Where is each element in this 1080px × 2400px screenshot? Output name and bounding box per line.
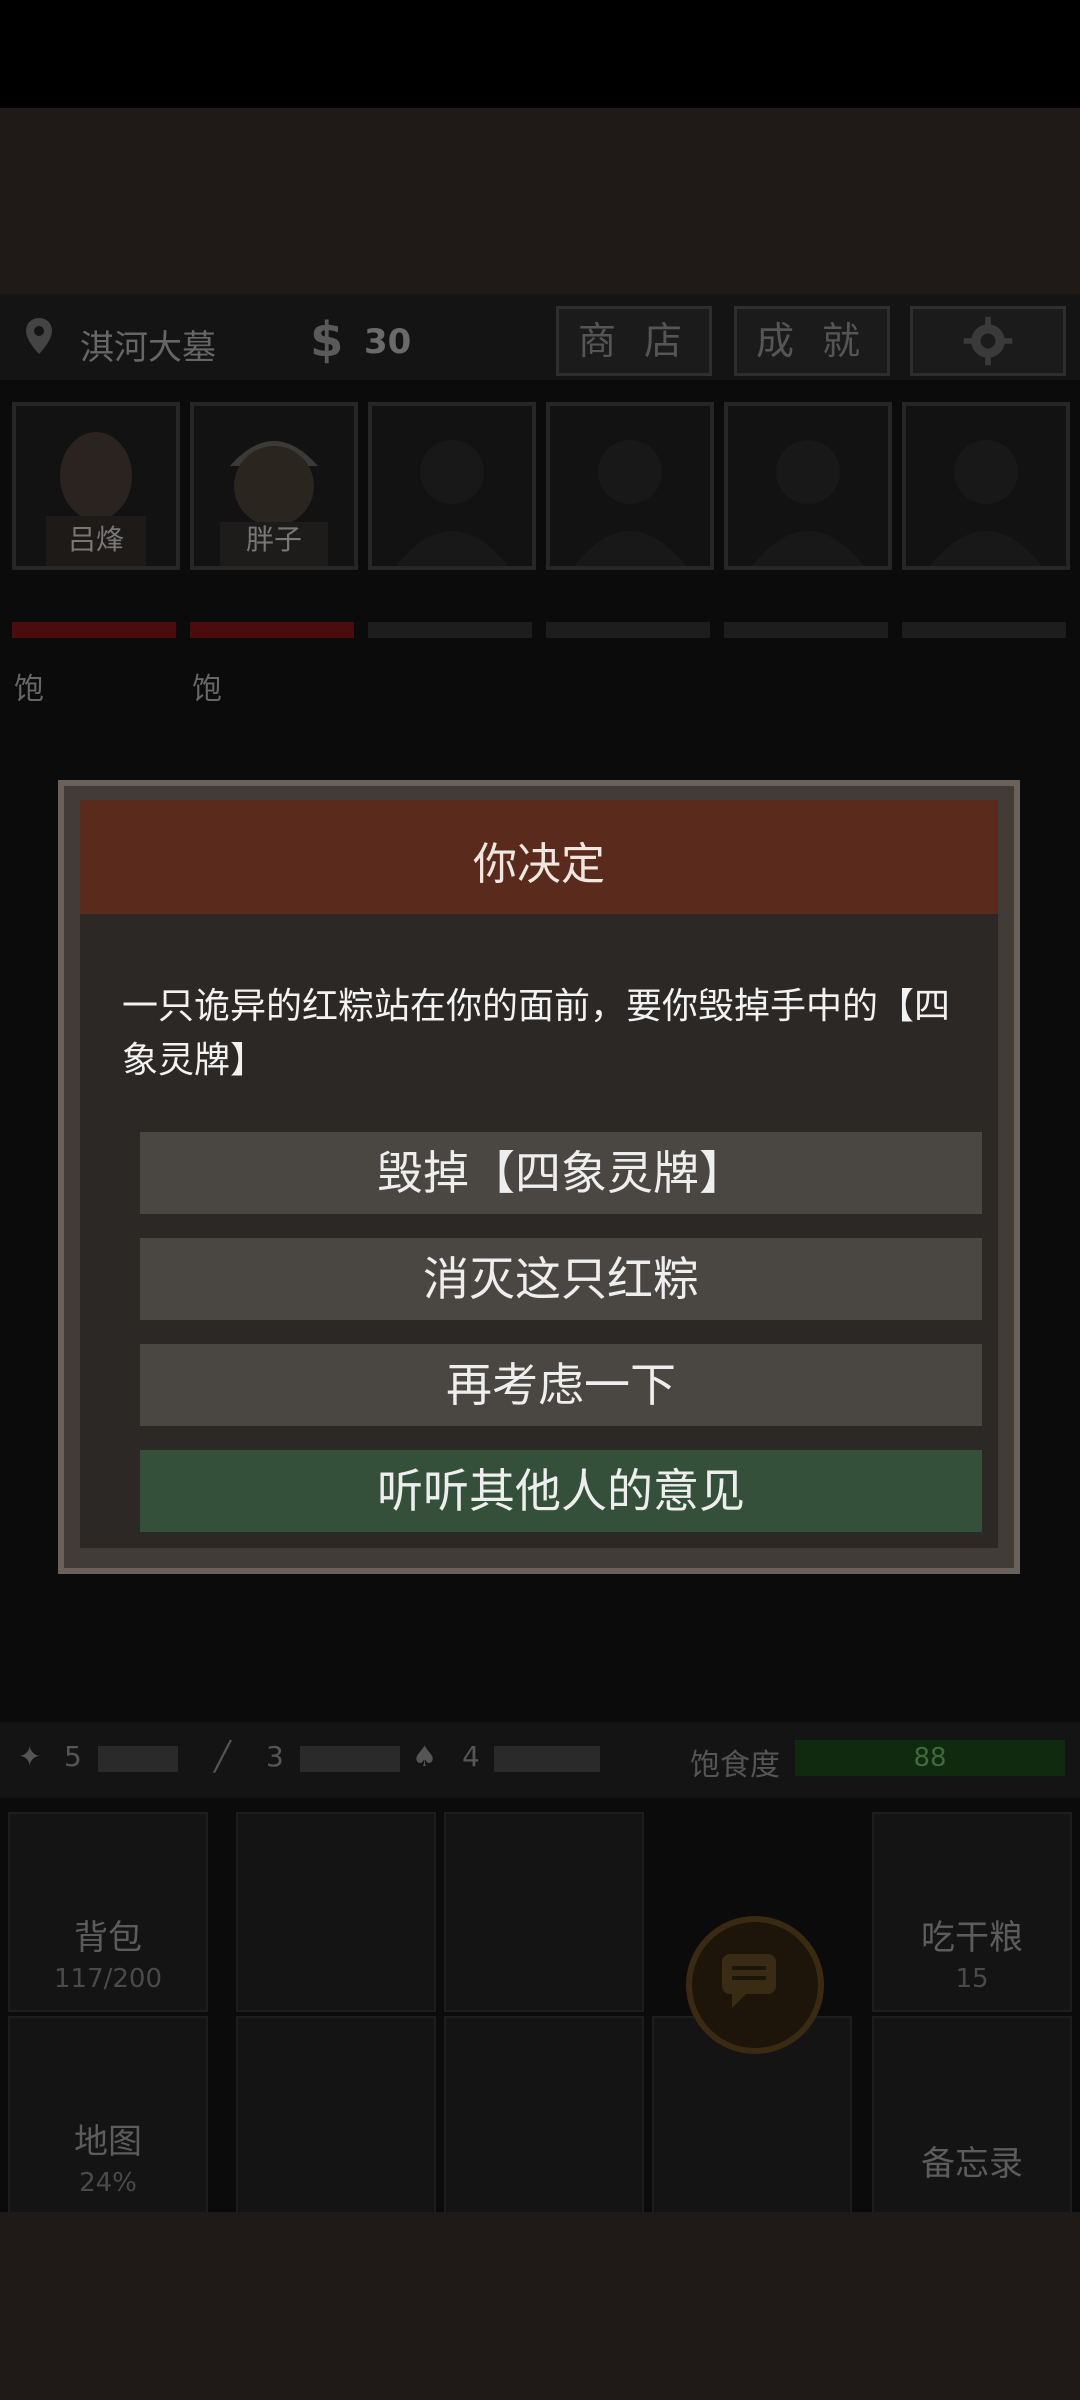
dialog-message: 一只诡异的红粽站在你的面前，要你毁掉手中的【四象灵牌】 (122, 986, 951, 1081)
dialog-header: 你决定 (80, 800, 998, 914)
shovel-icon: ♠ (412, 1740, 438, 1773)
choice-ask-others[interactable]: 听听其他人的意见 (140, 1450, 982, 1532)
location-pin-icon (26, 318, 52, 354)
health-bar (368, 622, 532, 638)
health-bar (902, 622, 1066, 638)
empty-party-slot[interactable] (902, 402, 1070, 570)
empty-party-slot[interactable] (368, 402, 536, 570)
memo-label: 备忘录 (921, 2144, 1023, 2184)
satiety-value: 88 (913, 1743, 947, 1773)
gear-icon (963, 316, 1013, 366)
party-member-name: 胖子 (245, 523, 302, 556)
silhouette-icon (752, 440, 864, 566)
chat-icon (722, 1954, 776, 2008)
dialog-panel: 你决定 一只诡异的红粽站在你的面前，要你毁掉手中的【四象灵牌】 毁掉【四象灵牌】… (80, 800, 998, 1548)
empty-tile (236, 1812, 436, 2012)
health-bar (724, 622, 888, 638)
backpack-label: 背包 (74, 1918, 142, 1958)
empty-party-slot[interactable] (546, 402, 714, 570)
choice-reconsider[interactable]: 再考虑一下 (140, 1344, 982, 1426)
health-bar (546, 622, 710, 638)
health-bar (190, 622, 354, 638)
achievements-button[interactable]: 成 就 (734, 306, 890, 376)
shop-button[interactable]: 商 店 (556, 306, 712, 376)
location-label: 淇河大墓 (80, 328, 216, 368)
settings-button[interactable] (910, 306, 1066, 376)
money-icon: $ (310, 312, 344, 368)
torch-icon: ✦ (18, 1740, 42, 1773)
backpack-button[interactable]: 背包 117/200 (8, 1812, 208, 2012)
silhouette-icon (930, 440, 1042, 566)
bottom-band (0, 2212, 1080, 2400)
map-button[interactable]: 地图 24% (8, 2016, 208, 2216)
money-value: 30 (364, 322, 412, 362)
memo-button[interactable]: 备忘录 (872, 2016, 1072, 2216)
silhouette-icon (574, 440, 686, 566)
empty-party-slot[interactable] (724, 402, 892, 570)
health-bar (12, 622, 176, 638)
shovel-bar (494, 1746, 600, 1772)
torch-count: 5 (64, 1740, 82, 1773)
rations-count: 15 (955, 1964, 989, 1994)
chat-button[interactable] (686, 1916, 824, 2054)
rope-count: 3 (266, 1740, 284, 1773)
map-progress: 24% (79, 2168, 137, 2198)
shovel-count: 4 (462, 1740, 480, 1773)
satiety-label: 饱食度 (690, 1748, 780, 1783)
resource-hud: ✦ 5 ╱ 3 ♠ 4 饱食度 88 (0, 1722, 1080, 1798)
top-band (0, 108, 1080, 294)
map-label: 地图 (74, 2122, 142, 2162)
hunger-status: 饱 (14, 672, 44, 707)
silhouette-icon (396, 440, 508, 566)
backpack-capacity: 117/200 (53, 1964, 162, 1994)
party-member-name: 吕烽 (67, 523, 124, 556)
hunger-status: 饱 (192, 672, 222, 707)
torch-bar (98, 1746, 178, 1772)
empty-tile (236, 2016, 436, 2216)
party-member-2[interactable]: 胖子 (190, 402, 358, 570)
choice-destroy-tablet[interactable]: 毁掉【四象灵牌】 (140, 1132, 982, 1214)
empty-tile (444, 1812, 644, 2012)
choice-destroy-zombie[interactable]: 消灭这只红粽 (140, 1238, 982, 1320)
party-member-1[interactable]: 吕烽 (12, 402, 180, 570)
empty-tile (444, 2016, 644, 2216)
top-bar: 淇河大墓 $ 30 商 店 成 就 (0, 294, 1080, 380)
rope-icon: ╱ (214, 1740, 231, 1773)
dialog-title: 你决定 (473, 839, 605, 890)
rope-bar (300, 1746, 400, 1772)
eat-rations-label: 吃干粮 (921, 1918, 1023, 1958)
decision-dialog: 你决定 一只诡异的红粽站在你的面前，要你毁掉手中的【四象灵牌】 毁掉【四象灵牌】… (58, 780, 1020, 1574)
eat-rations-button[interactable]: 吃干粮 15 (872, 1812, 1072, 2012)
